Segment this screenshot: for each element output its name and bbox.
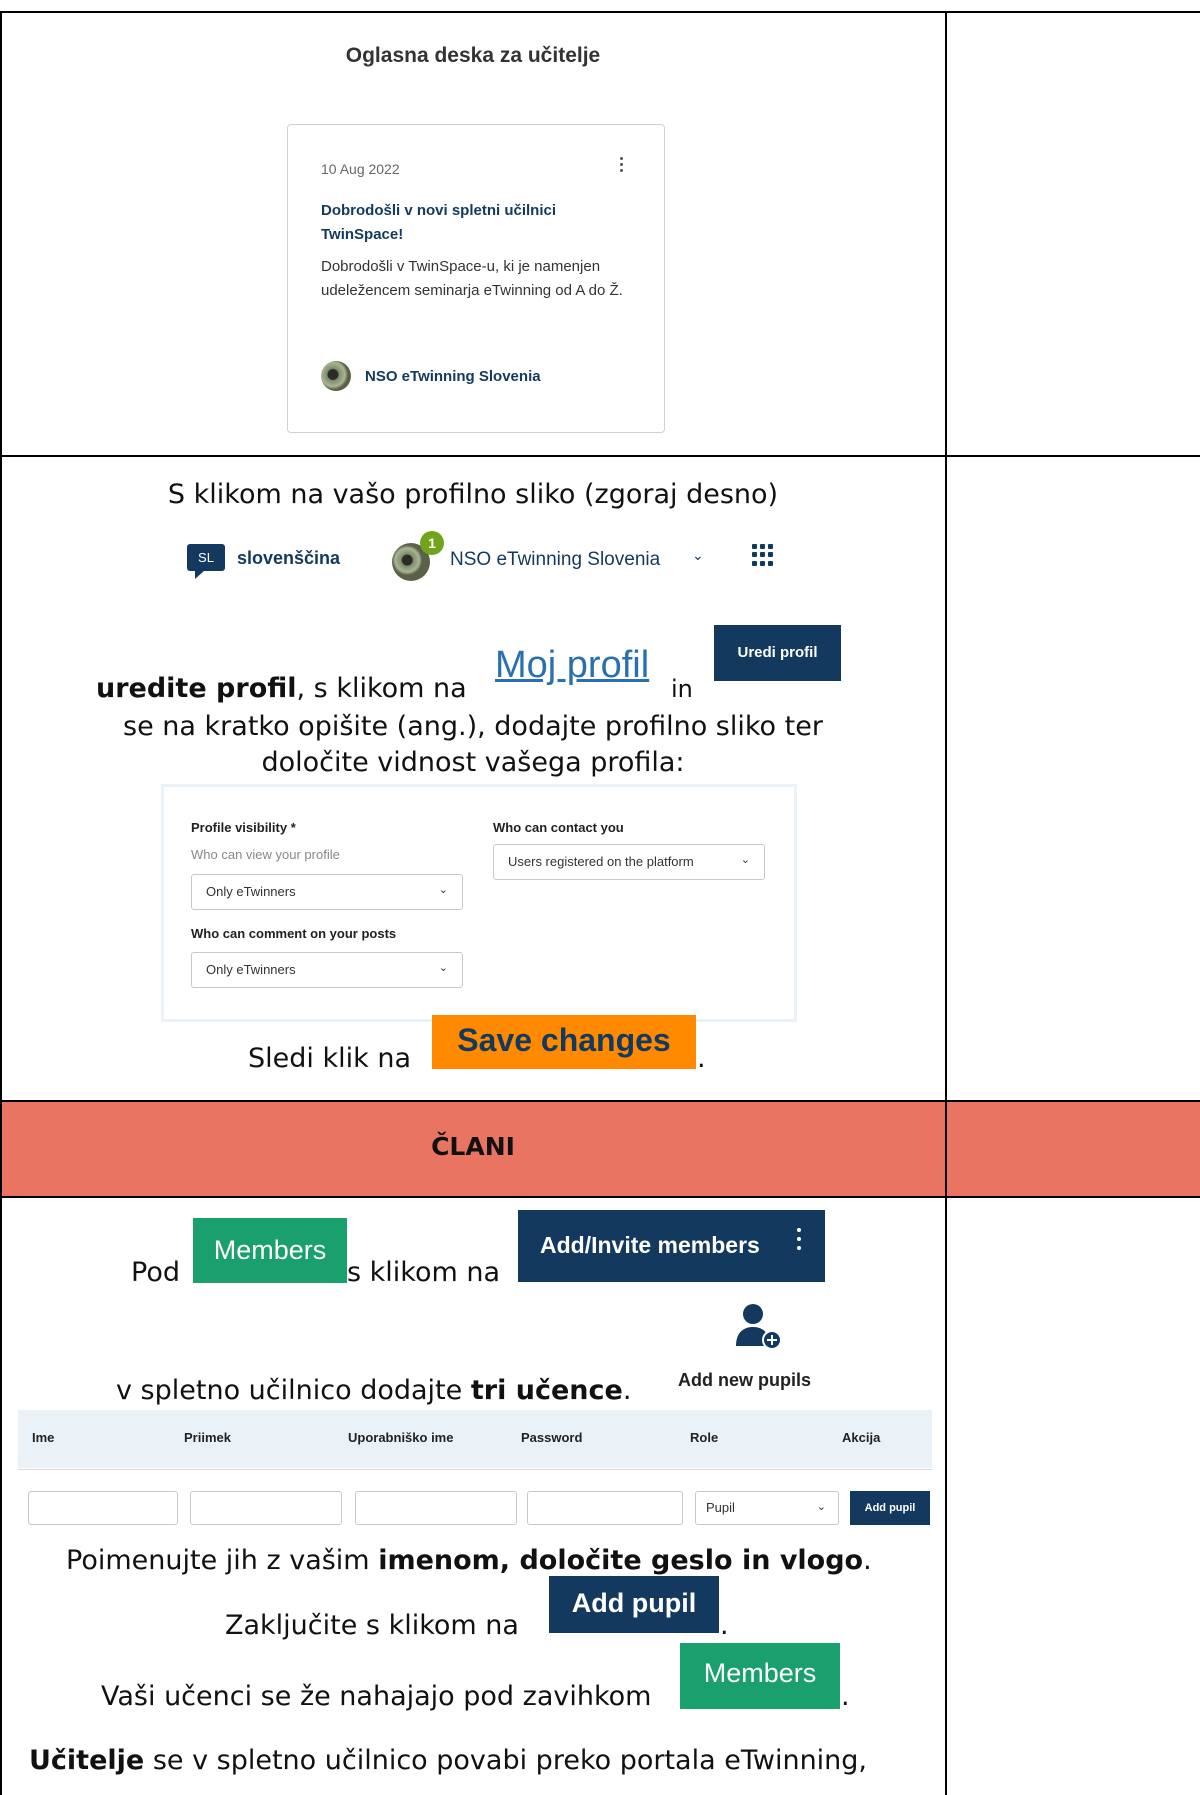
my-profile-link[interactable]: Moj profil [495, 644, 649, 687]
instruction-text: v spletno učilnico dodajte [116, 1375, 463, 1406]
contact-permission-label: Who can contact you [493, 820, 624, 835]
notice-date: 10 Aug 2022 [321, 161, 400, 177]
apps-grid-icon[interactable] [752, 544, 774, 566]
author-name: NSO eTwinning Slovenia [365, 367, 541, 385]
first-name-input[interactable] [28, 1491, 178, 1525]
instruction-text: Poimenujte jih z vašim [66, 1545, 370, 1576]
pupil-table-header: Ime Priimek Uporabniško ime Password Rol… [18, 1410, 932, 1468]
instruction-finish: Zaključite s klikom na [225, 1610, 519, 1641]
kebab-menu-icon[interactable] [796, 1228, 802, 1250]
add-pupil-button[interactable]: Add pupil [549, 1576, 719, 1633]
instruction-line-3: se na kratko opišite (ang.), dodajte pro… [123, 711, 823, 742]
table-row-divider [0, 455, 1200, 457]
add-invite-members-button[interactable]: Add/Invite members [518, 1210, 825, 1282]
instruction-teachers: Učitelje se v spletno učilnico povabi pr… [29, 1745, 867, 1776]
language-selector[interactable]: slovenščina [237, 548, 340, 569]
add-pupil-icon[interactable] [734, 1302, 786, 1352]
column-header: Uporabniško ime [348, 1430, 454, 1445]
profile-visibility-hint: Who can view your profile [191, 847, 340, 862]
role-select[interactable]: Pupil ⌄ [695, 1491, 839, 1525]
instruction-already: Vaši učenci se že nahajajo pod zavihkom [101, 1681, 652, 1712]
select-value: Only eTwinners [206, 962, 296, 977]
comment-permission-label: Who can comment on your posts [191, 926, 397, 941]
chevron-down-icon[interactable]: ⌄ [692, 548, 704, 564]
document-page: Oglasna deska za učitelje 10 Aug 2022 Do… [0, 0, 1200, 1795]
instruction-bold: Učitelje [29, 1745, 145, 1776]
notice-title[interactable]: Dobrodošli v novi spletni učilnici TwinS… [321, 199, 631, 247]
select-value: Users registered on the platform [508, 854, 694, 869]
instruction-s-klikom: s klikom na [347, 1257, 501, 1288]
select-value: Only eTwinners [206, 884, 296, 899]
notice-author[interactable]: NSO eTwinning Slovenia [321, 361, 541, 391]
save-changes-button[interactable]: Save changes [432, 1015, 696, 1069]
members-tab-button-2[interactable]: Members [680, 1643, 840, 1709]
period: . [841, 1681, 850, 1712]
column-header: Role [690, 1430, 719, 1445]
period: . [720, 1610, 729, 1641]
table-row-divider [0, 1196, 1200, 1198]
instruction-name-pupils: Poimenujte jih z vašim imenom, določite … [66, 1545, 872, 1576]
column-header: Ime [32, 1430, 55, 1445]
instruction-line-1: S klikom na vašo profilno sliko (zgoraj … [167, 479, 779, 510]
column-header: Akcija [842, 1430, 881, 1445]
notice-card[interactable]: 10 Aug 2022 Dobrodošli v novi spletni uč… [287, 124, 665, 433]
edit-profile-button[interactable]: Uredi profil [714, 625, 841, 681]
section-header-members: ČLANI [431, 1132, 515, 1161]
add-pupil-row-button[interactable]: Add pupil [850, 1491, 930, 1525]
add-invite-label: Add/Invite members [540, 1232, 760, 1258]
instruction-pod: Pod [131, 1257, 180, 1288]
table-border-top [0, 11, 1200, 13]
table-column-divider [945, 11, 947, 1795]
comment-permission-select[interactable]: Only eTwinners ⌄ [191, 952, 463, 988]
column-header: Priimek [184, 1430, 231, 1445]
profile-visibility-form: Profile visibility * Who can view your p… [161, 784, 797, 1022]
instruction-text: . [622, 1375, 632, 1406]
instruction-bold: imenom, določite geslo in vlogo [378, 1545, 864, 1576]
members-tab-button[interactable]: Members [193, 1218, 347, 1283]
table-border-left [0, 11, 2, 1795]
chevron-down-icon: ⌄ [438, 961, 448, 974]
contact-permission-select[interactable]: Users registered on the platform ⌄ [493, 844, 765, 880]
instruction-add-pupils: v spletno učilnico dodajte tri učence. [116, 1375, 631, 1406]
notice-text: Dobrodošli v TwinSpace-u, ki je namenjen… [321, 258, 623, 299]
instruction-text: se v spletno učilnico povabi preko porta… [144, 1745, 868, 1776]
next-step-text: Sledi klik na [248, 1043, 411, 1074]
notice-board-title: Oglasna deska za učitelje [345, 44, 601, 67]
instruction-line-2: uredite profil, s klikom na [96, 673, 467, 704]
password-input[interactable] [527, 1491, 683, 1525]
add-new-pupils-label: Add new pupils [678, 1370, 811, 1390]
avatar [321, 361, 351, 391]
chevron-down-icon: ⌄ [438, 883, 448, 896]
instruction-line-4: določite vidnost vašega profila: [261, 747, 685, 778]
chevron-down-icon: ⌄ [740, 853, 750, 866]
last-name-input[interactable] [190, 1491, 342, 1525]
column-header: Password [521, 1430, 583, 1445]
period: . [697, 1043, 706, 1074]
username-input[interactable] [355, 1491, 517, 1525]
instruction-text: . [863, 1545, 872, 1576]
instruction-and: in [671, 675, 693, 703]
divider [18, 1469, 932, 1470]
notification-badge: 1 [420, 531, 444, 555]
instruction-text: , s klikom na [296, 673, 467, 704]
chevron-down-icon: ⌄ [816, 1500, 826, 1513]
select-value: Pupil [706, 1500, 735, 1515]
profile-visibility-label: Profile visibility * [191, 820, 296, 835]
profile-visibility-select[interactable]: Only eTwinners ⌄ [191, 874, 463, 910]
kebab-menu-icon[interactable] [618, 157, 624, 175]
language-icon[interactable]: SL [187, 544, 225, 579]
instruction-bold: uredite profil [96, 673, 297, 704]
profile-name[interactable]: NSO eTwinning Slovenia [450, 549, 660, 571]
instruction-bold: tri učence [470, 1375, 623, 1406]
